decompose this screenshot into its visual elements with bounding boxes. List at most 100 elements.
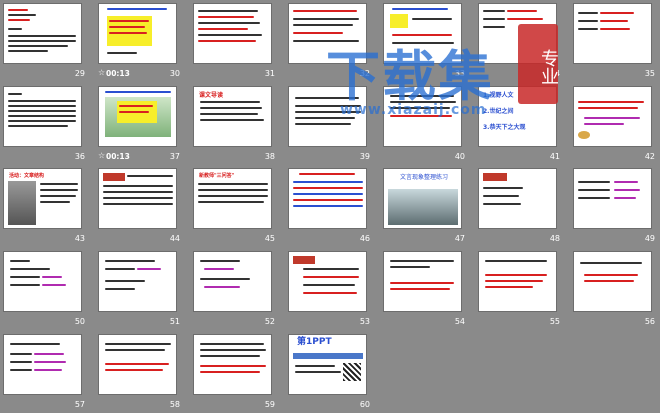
slide-timing: 00:13	[106, 152, 130, 161]
text-line	[8, 14, 36, 16]
slide-title: 新教师"三问答"	[199, 173, 235, 179]
slide-thumbnail[interactable]	[3, 334, 82, 395]
slide-thumbnail[interactable]	[573, 3, 652, 64]
slide-thumbnail[interactable]	[3, 251, 82, 312]
text-line	[103, 185, 173, 187]
landscape-image	[388, 189, 458, 225]
transition-star-icon: ☆	[98, 151, 106, 160]
slide-number: 42	[644, 152, 655, 161]
slide-thumbnail[interactable]	[573, 168, 652, 229]
text-line	[295, 97, 359, 99]
text-line	[584, 117, 640, 119]
slide-thumbnail[interactable]	[98, 86, 177, 147]
text-line	[109, 20, 149, 22]
text-line	[200, 101, 260, 103]
text-line	[293, 40, 359, 42]
slide-thumbnail[interactable]	[98, 168, 177, 229]
text-line	[8, 9, 28, 11]
text-line	[8, 105, 76, 107]
text-line	[105, 288, 135, 290]
slide-thumbnail[interactable]: 1.视野人文 2.世纪之间 3.恭天下之大观	[478, 86, 557, 147]
slide-number: 49	[644, 234, 655, 243]
text-line	[390, 288, 450, 290]
slide-number: 55	[549, 317, 560, 326]
slide-thumbnail[interactable]	[383, 86, 462, 147]
slide-thumbnail[interactable]	[3, 3, 82, 64]
text-line	[485, 280, 543, 282]
text-line	[42, 284, 66, 286]
text-line	[295, 365, 335, 367]
slide-number: 35	[644, 69, 655, 78]
text-line	[127, 175, 173, 177]
text-line	[507, 10, 537, 12]
slide-thumbnail[interactable]	[193, 334, 272, 395]
slide-thumbnail[interactable]	[573, 86, 652, 147]
slide-number: 33	[454, 69, 465, 78]
slide-thumbnail[interactable]	[478, 168, 557, 229]
text-line	[299, 173, 355, 175]
text-line	[614, 189, 640, 191]
banner-bar	[293, 353, 363, 359]
slide-thumbnail[interactable]	[383, 3, 462, 64]
slide-number: 52	[264, 317, 275, 326]
slide-thumbnail[interactable]	[478, 3, 557, 64]
slide-thumbnail[interactable]	[193, 251, 272, 312]
slide-thumbnail[interactable]	[98, 334, 177, 395]
slide-thumbnail[interactable]: 活动：文章结构	[3, 168, 82, 229]
text-line	[34, 369, 62, 371]
text-line	[10, 284, 40, 286]
slide-thumbnail[interactable]	[288, 3, 367, 64]
slide-thumbnail[interactable]	[383, 251, 462, 312]
slide-number: 47	[454, 234, 465, 243]
slide-number: 40	[454, 152, 465, 161]
text-line	[10, 369, 32, 371]
slide-number: 51	[169, 317, 180, 326]
qr-code	[343, 363, 361, 381]
text-line	[10, 260, 30, 262]
text-line	[578, 181, 610, 183]
text-line	[198, 40, 256, 42]
text-line	[390, 260, 454, 262]
slide-thumbnail[interactable]: 课文导读	[193, 86, 272, 147]
text-line	[578, 20, 598, 22]
slide-thumbnail[interactable]: 新教师"三问答"	[193, 168, 272, 229]
slide-number: 30	[169, 69, 180, 78]
text-line	[198, 28, 248, 30]
text-line	[390, 115, 452, 117]
slide-thumbnail[interactable]	[478, 251, 557, 312]
slide-thumbnail[interactable]	[193, 3, 272, 64]
slide-thumbnail[interactable]	[3, 86, 82, 147]
slide-thumbnail[interactable]	[98, 3, 177, 64]
text-line	[198, 189, 268, 191]
slide-thumbnail[interactable]	[288, 86, 367, 147]
slide-text: 1.视野人文	[483, 92, 514, 99]
slide-thumbnail[interactable]	[288, 251, 367, 312]
text-line	[584, 274, 638, 276]
slide-thumbnail[interactable]	[288, 168, 367, 229]
transition-star-icon: ☆	[98, 68, 106, 77]
slide-number: 37	[169, 152, 180, 161]
brand-logo: 第1PPT	[297, 337, 332, 347]
text-line	[40, 189, 78, 191]
slide-sorter-grid: 29 ☆ 00:13 30 31 32 33 34 35 课文导读 1.视野人文…	[0, 0, 660, 413]
highlight-box	[390, 14, 408, 28]
text-line	[600, 28, 630, 30]
text-line	[105, 91, 171, 93]
slide-thumbnail[interactable]	[98, 251, 177, 312]
text-line	[303, 284, 355, 286]
text-line	[103, 191, 173, 193]
text-line	[293, 187, 363, 189]
text-line	[109, 32, 147, 34]
text-line	[8, 40, 76, 42]
slide-number: 45	[264, 234, 275, 243]
text-line	[485, 260, 547, 262]
text-line	[8, 115, 76, 117]
slide-thumbnail[interactable]	[573, 251, 652, 312]
text-line	[8, 45, 68, 47]
slide-thumbnail[interactable]: 第1PPT	[288, 334, 367, 395]
text-line	[392, 34, 452, 36]
text-line	[103, 203, 173, 205]
text-line	[198, 183, 268, 185]
slide-thumbnail[interactable]: 文言现象整理练习	[383, 168, 462, 229]
text-line	[200, 343, 264, 345]
